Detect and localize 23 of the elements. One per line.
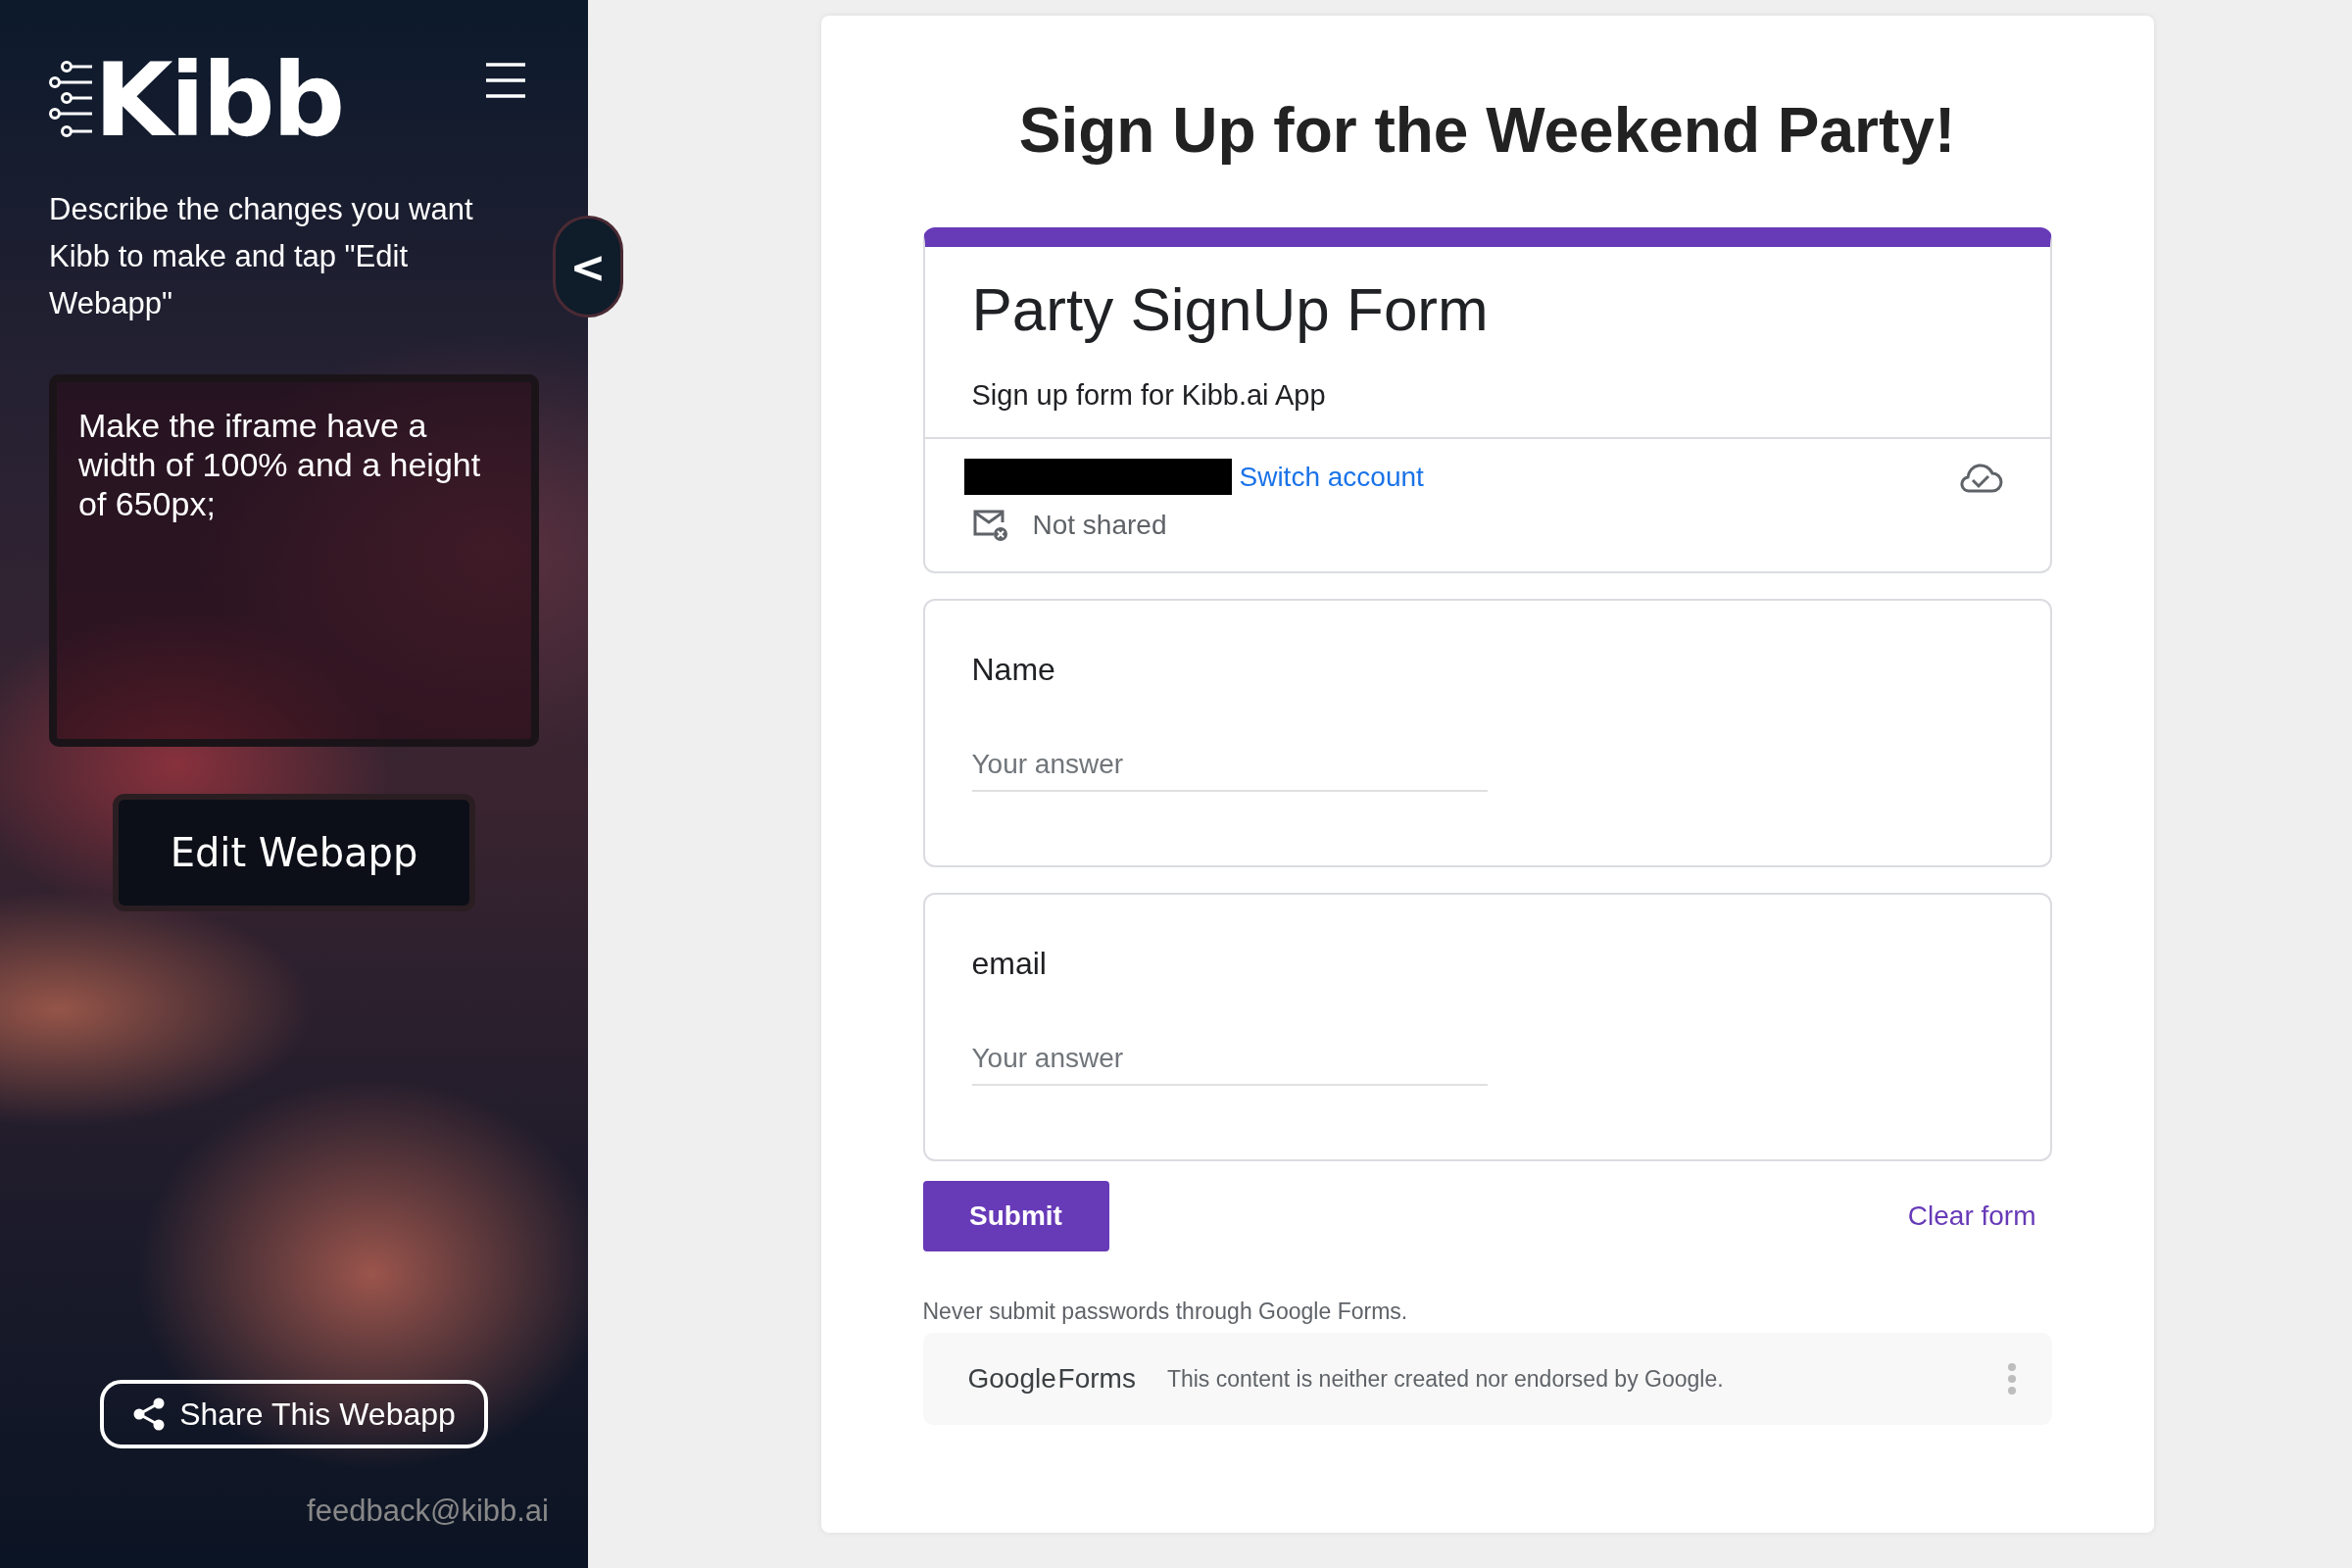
logo-text: Kibb xyxy=(94,49,343,151)
sharing-status: Not shared xyxy=(1032,510,1167,541)
menu-button[interactable] xyxy=(484,61,527,100)
forms-logo: Google Forms xyxy=(967,1363,1136,1395)
mail-off-icon xyxy=(971,509,1009,542)
submit-button[interactable]: Submit xyxy=(922,1181,1109,1251)
feedback-link[interactable]: feedback@kibb.ai xyxy=(307,1494,549,1529)
switch-account-link[interactable]: Switch account xyxy=(1239,461,1424,493)
collapse-button[interactable]: < xyxy=(553,216,623,318)
prompt-field[interactable]: Make the iframe have a width of 100% and a height of 650px; xyxy=(49,374,539,747)
form-description: Sign up form for Kibb.ai App xyxy=(970,378,1327,413)
question-label: Name xyxy=(971,652,1056,688)
password-notice: Never submit passwords through Google Forms. xyxy=(922,1298,1409,1325)
disclaimer-text: This content is neither created nor endorsed by Google. xyxy=(1166,1365,1725,1393)
clear-form-button[interactable]: Clear form xyxy=(1891,1200,2052,1232)
share-icon xyxy=(132,1397,167,1431)
circuit-icon xyxy=(49,61,92,139)
edit-webapp-button[interactable]: Edit Webapp xyxy=(113,794,475,911)
page-title: Sign Up for the Weekend Party! xyxy=(1018,94,1956,167)
form-title: Party SignUp Form xyxy=(970,274,1490,344)
share-button[interactable]: Share This Webapp xyxy=(100,1380,488,1448)
question-label: email xyxy=(971,946,1048,982)
instructions-text: Describe the changes you want Kibb to make and tap "Edit Webapp" xyxy=(49,191,474,322)
